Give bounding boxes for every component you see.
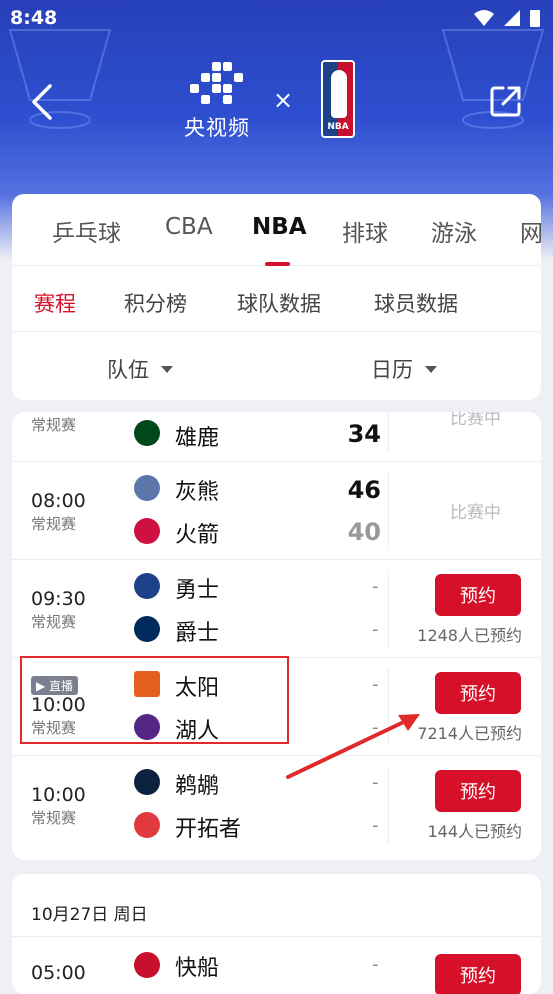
nba-logo-text: NBA — [327, 122, 349, 132]
team-score: 40 — [347, 518, 381, 546]
times-sign: × — [273, 86, 294, 114]
team-score: 34 — [347, 420, 381, 448]
date-header: 10月27日 周日 — [31, 905, 148, 925]
highlight-box — [20, 656, 289, 744]
subtab-schedule[interactable]: 赛程 — [34, 288, 76, 318]
tab-volleyball[interactable]: 排球 — [342, 214, 388, 248]
annotation-arrow-icon — [286, 714, 420, 779]
team-logo-pelicans-icon — [134, 769, 160, 795]
match-row[interactable]: 08:00 常规赛 灰熊 46 火箭 40 比赛中 — [12, 462, 541, 560]
match-type: 常规赛 — [31, 416, 77, 434]
cctv-video-logo-icon — [190, 62, 243, 104]
subtab-standings[interactable]: 积分榜 — [124, 288, 187, 318]
team-score: - — [372, 815, 379, 836]
match-time: 10:00 — [31, 784, 86, 806]
status-bar: 8:48 — [0, 0, 553, 36]
team-logo-rockets-icon — [134, 518, 160, 544]
reserve-button[interactable]: 预约 — [435, 954, 521, 994]
team-score: - — [372, 954, 379, 975]
team-logo-jazz-icon — [134, 616, 160, 642]
booked-count: 1248人已预约 — [417, 626, 522, 645]
team-name: 爵士 — [175, 621, 220, 646]
team-logo-clippers-icon — [134, 952, 160, 978]
share-icon[interactable] — [489, 84, 523, 118]
booked-count: 144人已预约 — [427, 822, 522, 841]
status-icons — [473, 8, 541, 28]
tab-pingpong[interactable]: 乒乓球 — [52, 214, 121, 248]
status-time: 8:48 — [10, 7, 58, 29]
team-score: 46 — [347, 476, 381, 504]
reserve-button[interactable]: 预约 — [435, 672, 521, 714]
team-logo-warriors-icon — [134, 573, 160, 599]
team-name: 鹈鹕 — [175, 774, 220, 799]
tab-tennis[interactable]: 网 — [520, 214, 541, 248]
tab-nba[interactable]: NBA — [252, 214, 307, 240]
match-type: 常规赛 — [31, 809, 77, 827]
battery-icon — [530, 10, 540, 27]
match-row[interactable]: 常规赛 雄鹿 34 比赛中 — [12, 412, 541, 462]
wifi-icon — [474, 10, 494, 26]
team-name: 开拓者 — [175, 817, 242, 842]
team-score: - — [372, 576, 379, 597]
match-row[interactable]: 09:30 常规赛 勇士 - 爵士 - 预约 1248人已预约 — [12, 560, 541, 658]
calendar-filter-label: 日历 — [371, 358, 413, 382]
team-name: 勇士 — [175, 578, 220, 603]
calendar-filter-dropdown[interactable]: 日历 — [371, 354, 437, 384]
basketball-hoop-left-decoration — [8, 29, 112, 129]
caret-down-icon — [425, 365, 437, 373]
match-row[interactable]: 10:00 常规赛 鹈鹕 - 开拓者 - 预约 144人已预约 — [12, 756, 541, 854]
team-name: 灰熊 — [175, 480, 220, 505]
reserve-button[interactable]: 预约 — [435, 574, 521, 616]
team-score: - — [372, 674, 379, 695]
tab-cba[interactable]: CBA — [165, 214, 213, 240]
team-logo-trailblazers-icon — [134, 812, 160, 838]
team-name: 快船 — [175, 956, 220, 981]
subtab-player-stats[interactable]: 球员数据 — [374, 288, 458, 318]
brand-text: 央视频 — [184, 116, 250, 140]
subtab-team-stats[interactable]: 球队数据 — [237, 288, 321, 318]
team-name: 火箭 — [175, 523, 220, 548]
tab-swimming[interactable]: 游泳 — [431, 214, 477, 248]
team-filter-dropdown[interactable]: 队伍 — [107, 354, 173, 384]
filter-card: 乒乓球 CBA NBA 排球 游泳 网 赛程 积分榜 球队数据 球员数据 队伍 … — [12, 194, 541, 400]
nba-logo-icon: NBA — [321, 60, 355, 138]
match-time: 05:00 — [31, 962, 86, 984]
sport-tabs: 乒乓球 CBA NBA 排球 游泳 网 — [12, 194, 541, 266]
team-score: - — [372, 619, 379, 640]
team-filter-label: 队伍 — [107, 358, 149, 382]
match-type: 常规赛 — [31, 613, 77, 631]
team-logo-bucks-icon — [134, 420, 160, 446]
match-status: 比赛中 — [450, 503, 501, 523]
team-name: 雄鹿 — [175, 426, 220, 451]
team-logo-grizzlies-icon — [134, 475, 160, 501]
signal-icon — [504, 10, 520, 26]
match-time: 08:00 — [31, 490, 86, 512]
next-date-card: 10月27日 周日 05:00 快船 - 预约 — [12, 874, 541, 994]
reserve-button[interactable]: 预约 — [435, 770, 521, 812]
match-time: 09:30 — [31, 588, 86, 610]
match-type: 常规赛 — [31, 515, 77, 533]
match-status: 比赛中 — [450, 412, 501, 429]
back-icon[interactable] — [30, 82, 54, 122]
match-list: 常规赛 雄鹿 34 比赛中 08:00 常规赛 灰熊 46 火箭 40 比赛中 … — [12, 412, 541, 860]
caret-down-icon — [161, 365, 173, 373]
